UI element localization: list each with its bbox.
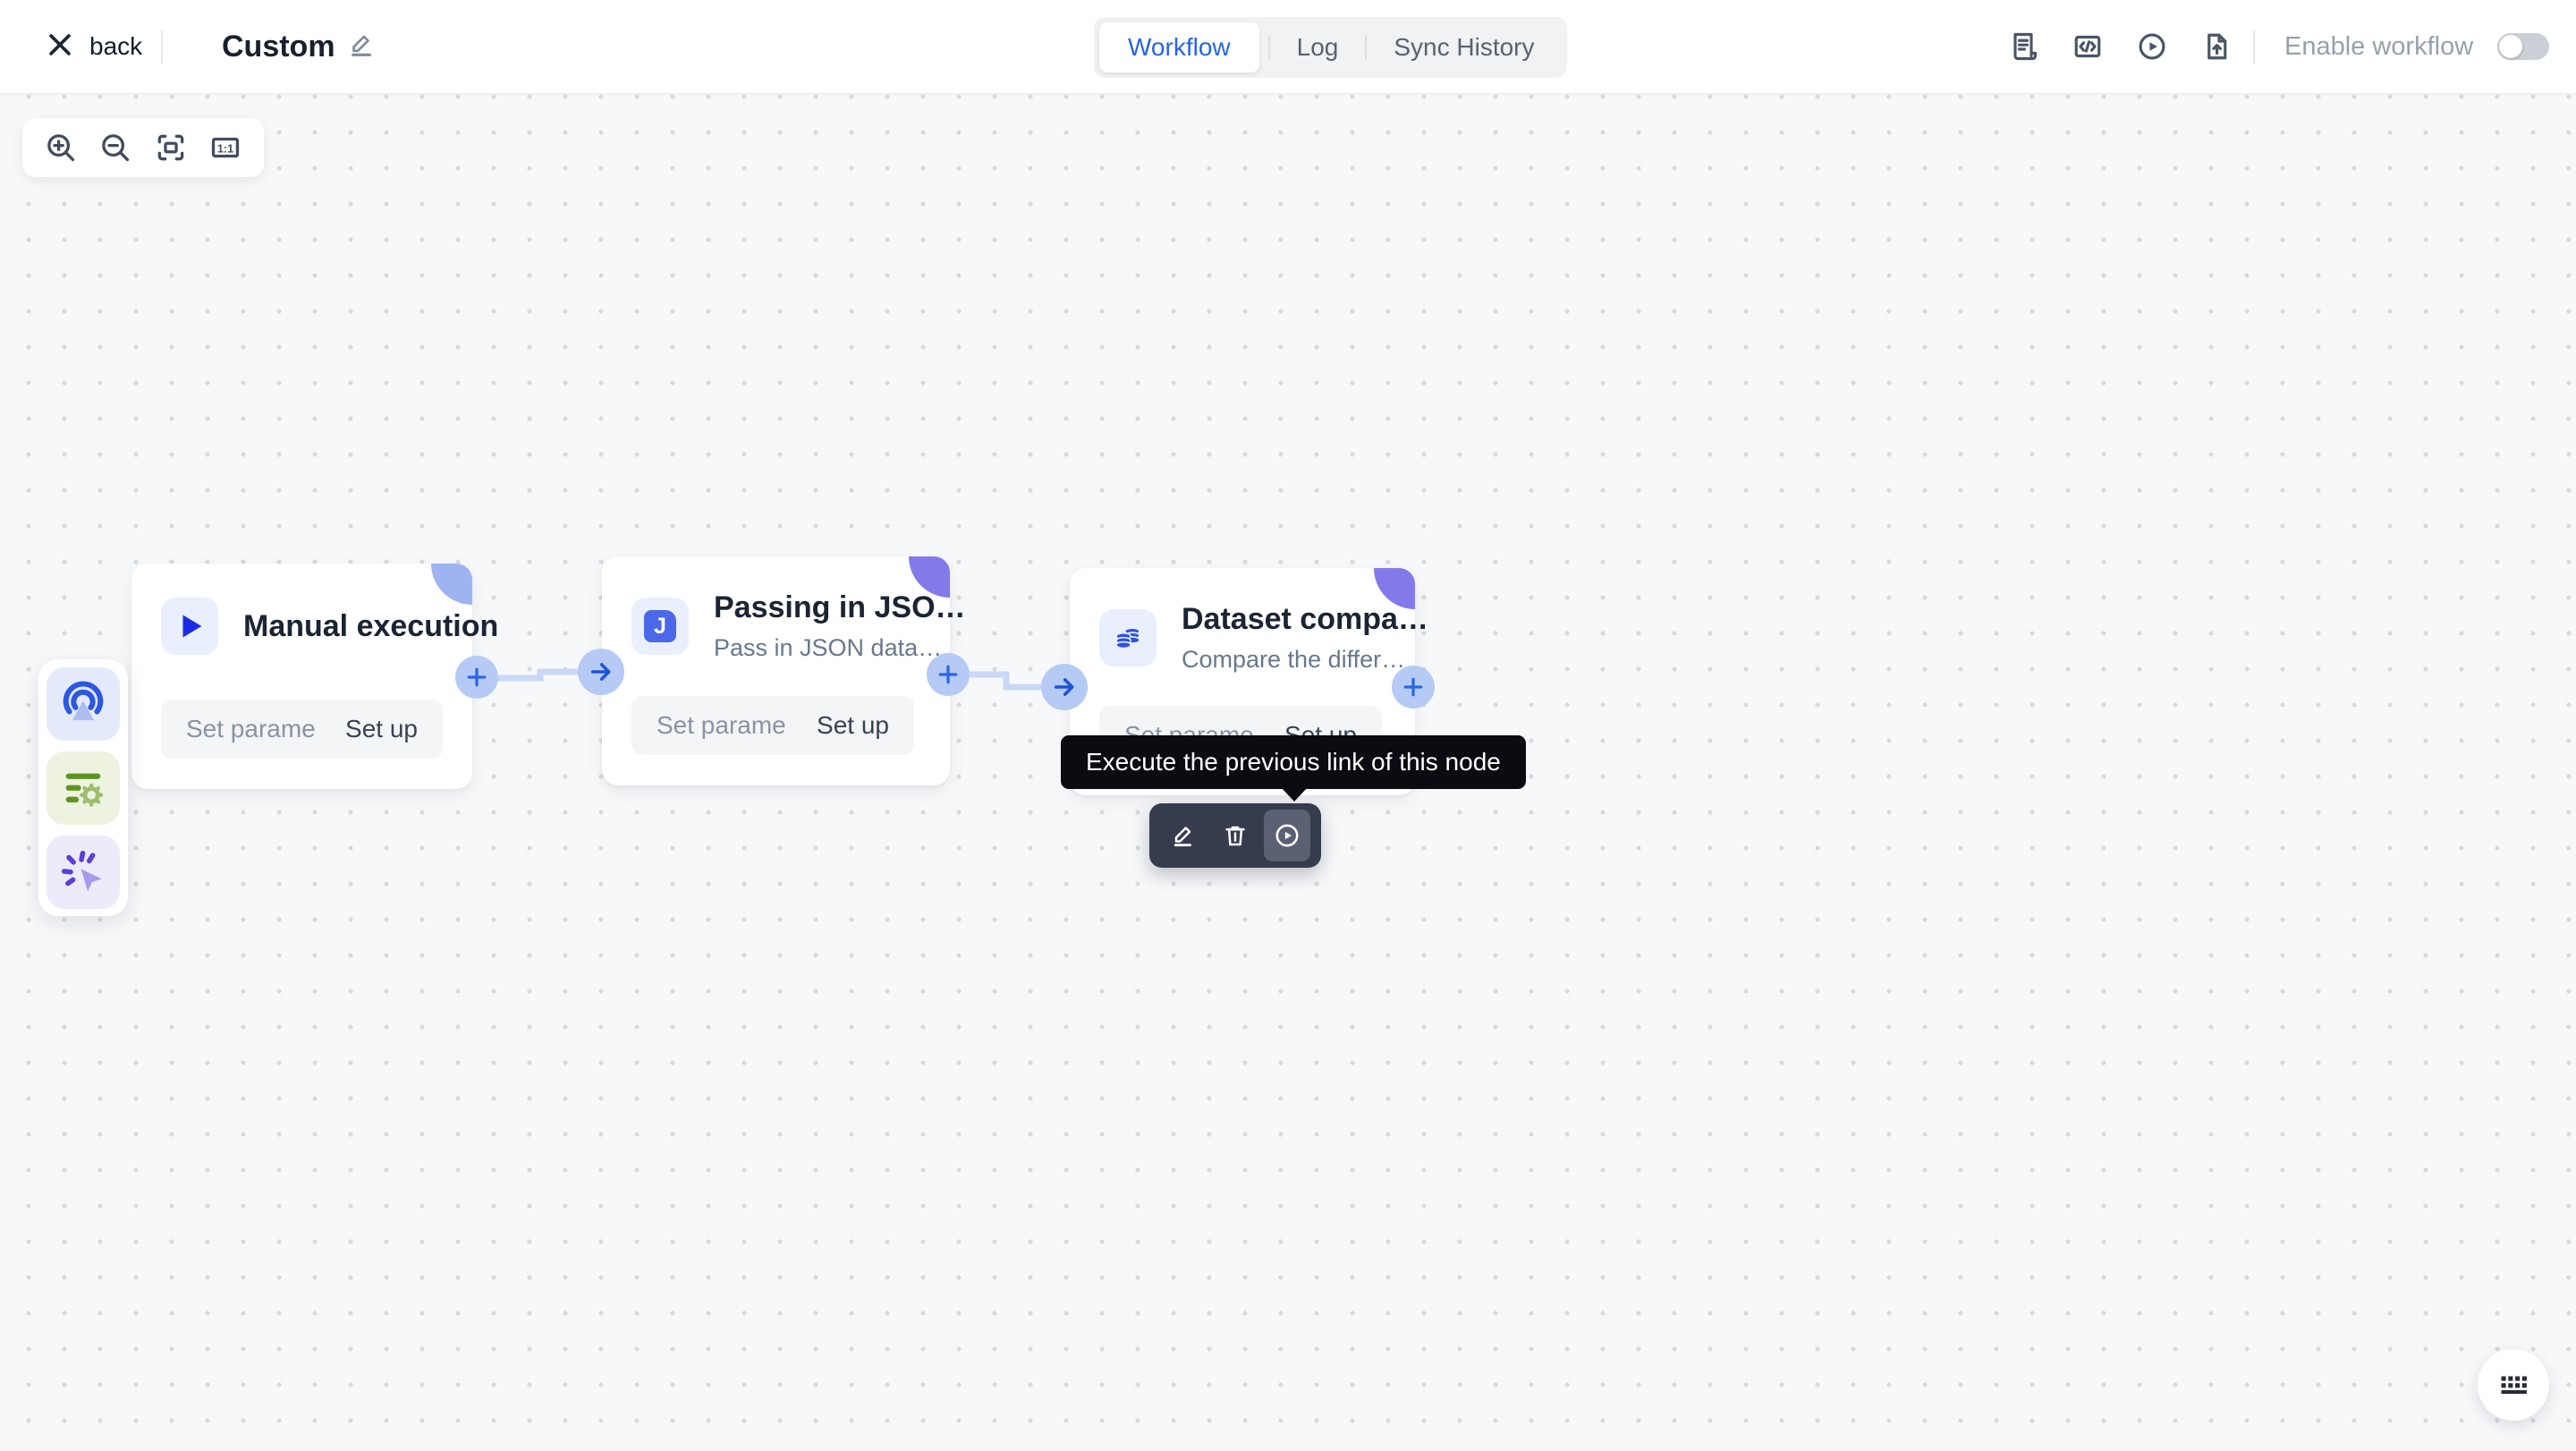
toolbar-icon-group bbox=[2006, 0, 2233, 93]
workflow-canvas[interactable]: 1:1 bbox=[0, 95, 2576, 1451]
workflow-title: Custom bbox=[222, 0, 335, 93]
edit-pencil-icon[interactable] bbox=[1160, 810, 1207, 861]
edit-pencil-icon bbox=[347, 30, 376, 64]
click-spark-icon[interactable] bbox=[47, 836, 120, 909]
enable-workflow-label: Enable workflow bbox=[2284, 0, 2473, 93]
delete-trash-icon[interactable] bbox=[1212, 810, 1258, 861]
log-document-icon[interactable] bbox=[2006, 30, 2040, 64]
fit-view-icon[interactable] bbox=[153, 130, 189, 165]
view-tabs: Workflow Log Sync History bbox=[1094, 17, 1567, 78]
param-label: Set parame bbox=[186, 715, 316, 743]
rename-workflow-button[interactable] bbox=[347, 0, 376, 93]
canvas-zoom-toolbar: 1:1 bbox=[22, 118, 264, 177]
back-label: back bbox=[89, 32, 142, 61]
zoom-out-icon[interactable] bbox=[97, 130, 133, 165]
tab-sync-history[interactable]: Sync History bbox=[1367, 22, 1561, 72]
add-node-button[interactable] bbox=[1392, 666, 1435, 709]
node-subtitle: Pass in JSON data… bbox=[714, 634, 966, 662]
param-label: Set parame bbox=[657, 711, 786, 740]
manual-trigger-icon[interactable] bbox=[47, 667, 120, 741]
node-passing-json[interactable]: J Passing in JSO… Pass in JSON data… Set… bbox=[602, 556, 950, 785]
node-title: Passing in JSO… bbox=[714, 590, 966, 625]
node-subtitle: Compare the differ… bbox=[1182, 646, 1428, 674]
svg-text:1:1: 1:1 bbox=[217, 143, 233, 156]
zoom-in-icon[interactable] bbox=[43, 130, 79, 165]
setup-button[interactable]: Set up bbox=[345, 715, 418, 743]
divider bbox=[161, 30, 163, 64]
tab-log[interactable]: Log bbox=[1270, 22, 1366, 72]
dataset-icon bbox=[1099, 609, 1157, 666]
node-action-toolbar bbox=[1149, 803, 1321, 868]
run-play-icon[interactable] bbox=[2135, 30, 2169, 64]
toggle-knob bbox=[2499, 35, 2522, 58]
link-arrow-button[interactable] bbox=[578, 649, 624, 695]
setup-button[interactable]: Set up bbox=[817, 711, 889, 740]
list-settings-icon[interactable] bbox=[47, 751, 120, 825]
close-icon bbox=[45, 30, 75, 64]
enable-workflow-toggle[interactable] bbox=[2497, 33, 2549, 60]
divider bbox=[2253, 30, 2255, 64]
node-config-row[interactable]: Set parame Set up bbox=[161, 700, 443, 759]
node-title: Manual execution bbox=[243, 609, 498, 644]
export-file-icon[interactable] bbox=[2199, 30, 2233, 64]
keyboard-shortcuts-button[interactable] bbox=[2478, 1349, 2549, 1421]
add-node-button[interactable] bbox=[927, 653, 970, 696]
actual-size-icon[interactable]: 1:1 bbox=[208, 130, 243, 165]
link-arrow-button[interactable] bbox=[1041, 664, 1088, 710]
workflow-editor: back Custom Workflow Log Sync History bbox=[0, 0, 2576, 1451]
back-button[interactable]: back bbox=[45, 0, 142, 93]
tooltip: Execute the previous link of this node bbox=[1061, 735, 1526, 789]
node-title: Dataset compa… bbox=[1182, 602, 1428, 637]
code-icon[interactable] bbox=[2071, 30, 2105, 64]
node-manual-execution[interactable]: Manual execution Set parame Set up bbox=[131, 564, 472, 789]
trigger-type-panel bbox=[38, 659, 128, 916]
top-bar: back Custom Workflow Log Sync History bbox=[0, 0, 2576, 95]
add-node-button[interactable] bbox=[455, 656, 498, 699]
tab-workflow[interactable]: Workflow bbox=[1099, 22, 1259, 72]
tooltip-caret bbox=[1281, 787, 1308, 802]
json-icon: J bbox=[631, 598, 689, 655]
execute-previous-icon[interactable] bbox=[1264, 810, 1310, 861]
json-letter: J bbox=[644, 610, 676, 642]
play-icon bbox=[161, 598, 218, 655]
node-config-row[interactable]: Set parame Set up bbox=[631, 696, 914, 755]
